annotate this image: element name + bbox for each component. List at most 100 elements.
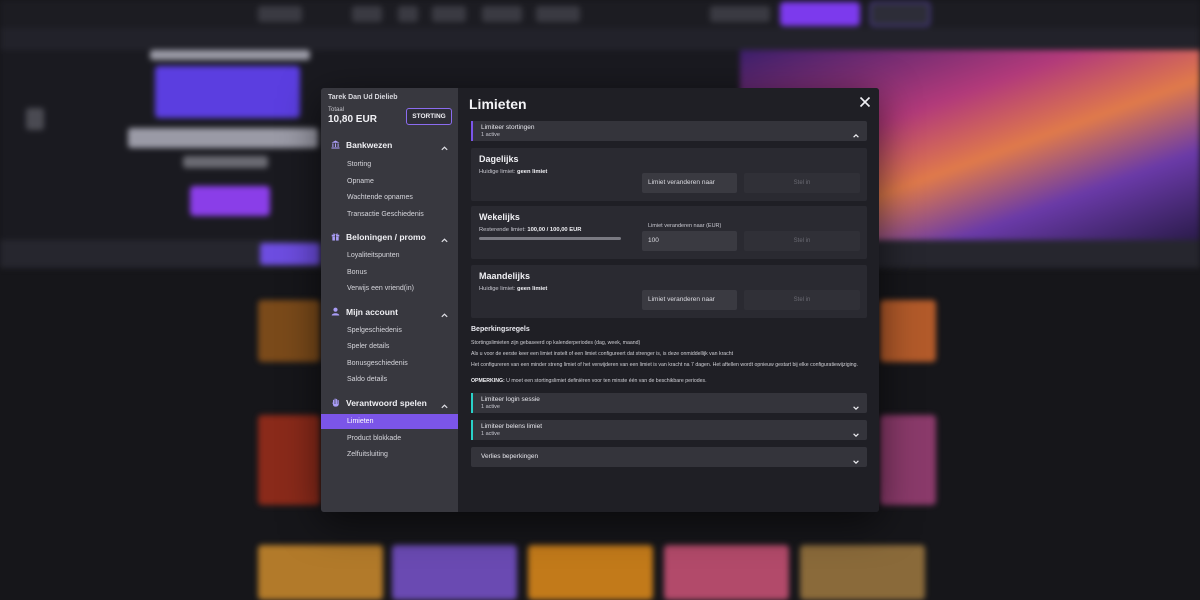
chevron-up-icon	[440, 398, 449, 409]
sidebar-item-bonus[interactable]: Bonus	[321, 265, 458, 280]
background-game-tile	[258, 300, 320, 362]
background-logo	[258, 6, 302, 22]
background-game-tile	[664, 545, 789, 600]
daily-limit-input[interactable]: Limiet veranderen naar	[642, 173, 737, 193]
username: Tarek Dan Ud Dielieb	[328, 94, 398, 101]
field-label: Limiet veranderen naar (EUR)	[648, 223, 722, 229]
remaining-limit-label: Resterende limiet:	[479, 227, 528, 233]
remaining-limit-progress	[479, 237, 621, 240]
login-session-limit-accordion[interactable]: Limiteer login sessie 1 active	[471, 393, 867, 413]
sidebar-item-verwijs-vriend[interactable]: Verwijs een vriend(in)	[321, 281, 458, 296]
monthly-limit-input[interactable]: Limiet veranderen naar	[642, 290, 737, 310]
sidebar-section-mijn-account[interactable]: Mijn account	[321, 301, 458, 323]
loss-limit-accordion[interactable]: Verlies beperkingen	[471, 447, 867, 467]
chevron-up-icon	[852, 127, 860, 138]
chevron-down-icon	[852, 426, 860, 438]
chevron-up-icon	[440, 307, 449, 318]
page-title: Limieten	[469, 96, 527, 112]
current-limit-label: Huidige limiet:	[479, 169, 518, 175]
accordion-title: Limiteer login sessie	[481, 396, 540, 403]
background-nav-item	[482, 6, 522, 22]
weekly-limit-card: Wekelijks Resterende limiet: 100,00 / 10…	[471, 206, 867, 259]
rules-title: Beperkingsregels	[471, 326, 530, 333]
background-topbar	[0, 0, 1200, 28]
deposit-button[interactable]: STORTING	[406, 108, 452, 125]
limits-modal: Tarek Dan Ud Dielieb Totaal 10,80 EUR ST…	[321, 88, 879, 512]
sidebar-section-verantwoord-spelen[interactable]: Verantwoord spelen	[321, 392, 458, 414]
daily-limit-card: Dagelijks Huidige limiet: geen limiet Li…	[471, 148, 867, 201]
sidebar-section-beloningen[interactable]: Beloningen / promo	[321, 226, 458, 248]
sidebar-section-label: Verantwoord spelen	[346, 398, 427, 408]
current-limit-info: Huidige limiet: geen limiet	[479, 286, 547, 292]
accordion-title: Limiteer stortingen	[481, 124, 535, 131]
accordion-subtitle: 1 active	[481, 404, 500, 410]
card-title: Dagelijks	[479, 154, 519, 164]
background-hero-text	[150, 50, 310, 60]
background-category-button	[260, 243, 320, 265]
user-icon	[331, 307, 340, 316]
sidebar-item-storting[interactable]: Storting	[321, 157, 458, 172]
sidebar-item-limieten[interactable]: Limieten	[321, 414, 458, 429]
bank-icon	[331, 140, 340, 149]
background-nav-item	[398, 6, 418, 22]
accordion-title: Verlies beperkingen	[481, 453, 539, 460]
background-game-tile	[258, 545, 383, 600]
sidebar-item-spelgeschiedenis[interactable]: Spelgeschiedenis	[321, 323, 458, 338]
rule-line: Als u voor de eerste keer een limiet ins…	[471, 351, 734, 357]
sidebar-section-label: Mijn account	[346, 307, 398, 317]
background-bonus-banner	[155, 66, 300, 118]
deposit-limit-accordion[interactable]: Limiteer stortingen 1 active	[471, 121, 867, 141]
chevron-down-icon	[852, 399, 860, 411]
sidebar-item-zelfuitsluiting[interactable]: Zelfuitsluiting	[321, 447, 458, 462]
sidebar-item-opname[interactable]: Opname	[321, 174, 458, 189]
sidebar-item-wachtende-opnames[interactable]: Wachtende opnames	[321, 190, 458, 205]
sidebar-item-transactie-geschiedenis[interactable]: Transactie Geschiedenis	[321, 207, 458, 222]
monthly-set-button[interactable]: Stel in	[744, 290, 860, 310]
sidebar-section-label: Bankwezen	[346, 140, 393, 150]
accordion-subtitle: 1 active	[481, 431, 500, 437]
total-label: Totaal	[328, 107, 345, 113]
background-hero-text	[183, 156, 268, 168]
card-title: Maandelijks	[479, 271, 531, 281]
background-game-tile	[258, 415, 320, 505]
wager-limit-accordion[interactable]: Limiteer belens limiet 1 active	[471, 420, 867, 440]
background-game-tile	[392, 545, 517, 600]
weekly-set-button[interactable]: Stel in	[744, 231, 860, 251]
chevron-down-icon	[852, 453, 860, 465]
sidebar-item-bonusgeschiedenis[interactable]: Bonusgeschiedenis	[321, 356, 458, 371]
account-sidebar: Tarek Dan Ud Dielieb Totaal 10,80 EUR ST…	[321, 88, 458, 512]
background-nav-item	[536, 6, 580, 22]
sidebar-item-loyaliteitspunten[interactable]: Loyaliteitspunten	[321, 248, 458, 263]
note-text: U moet een stortingslimiet definiëren vo…	[504, 378, 707, 384]
hand-icon	[331, 398, 340, 407]
chevron-up-icon	[440, 232, 449, 243]
accordion-subtitle: 1 active	[481, 132, 500, 138]
rule-line: Het configureren van een minder streng l…	[471, 362, 858, 368]
background-nav-item	[432, 6, 466, 22]
close-icon[interactable]	[859, 95, 871, 108]
sidebar-section-bankwezen[interactable]: Bankwezen	[321, 134, 458, 156]
sidebar-item-product-blokkade[interactable]: Product blokkade	[321, 431, 458, 446]
weekly-limit-input[interactable]: 100	[642, 231, 737, 251]
background-arrow-left-icon	[26, 108, 44, 130]
background-game-tile	[800, 545, 925, 600]
current-limit-info: Huidige limiet: geen limiet	[479, 169, 547, 175]
current-limit-value: geen limiet	[517, 286, 548, 292]
background-subbar	[0, 28, 1200, 50]
sidebar-item-speler-details[interactable]: Speler details	[321, 339, 458, 354]
monthly-limit-card: Maandelijks Huidige limiet: geen limiet …	[471, 265, 867, 318]
background-login-button	[870, 2, 930, 26]
background-game-tile	[880, 300, 936, 362]
background-hero-button	[190, 186, 270, 216]
remaining-limit-value: 100,00 / 100,00 EUR	[527, 227, 582, 233]
sidebar-item-saldo-details[interactable]: Saldo details	[321, 372, 458, 387]
background-nav-item	[710, 6, 770, 22]
limits-content: Limieten Limiteer stortingen 1 active Da…	[458, 88, 879, 512]
background-nav-item	[352, 6, 382, 22]
chevron-up-icon	[440, 140, 449, 151]
note-label: OPMERKING:	[471, 378, 505, 384]
gift-icon	[331, 232, 340, 241]
current-limit-label: Huidige limiet:	[479, 286, 518, 292]
daily-set-button[interactable]: Stel in	[744, 173, 860, 193]
background-game-tile	[528, 545, 653, 600]
